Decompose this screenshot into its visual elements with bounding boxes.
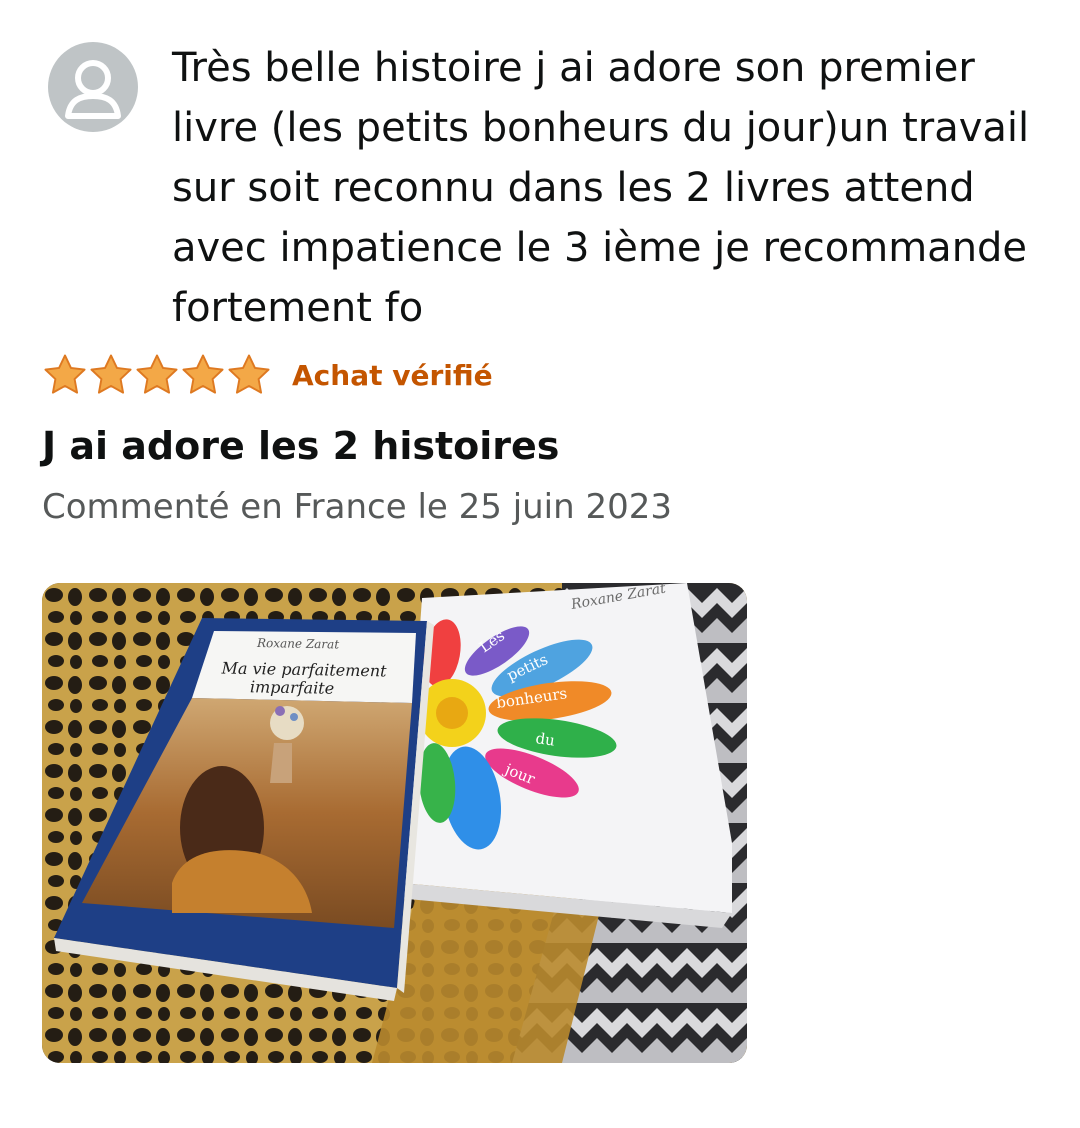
review-body-text: Très belle histoire j ai adore son premi… — [172, 45, 1030, 331]
star-icon — [228, 354, 270, 394]
petal-word: du — [534, 729, 556, 750]
book1-author: Roxane Zarat — [256, 636, 339, 651]
star-icon — [44, 354, 86, 394]
verified-purchase-badge: Achat vérifié — [292, 358, 493, 392]
customer-review: Très belle histoire j ai adore son premi… — [0, 0, 1080, 1128]
review-date: Commenté en France le 25 juin 2023 — [42, 487, 673, 527]
book1-title-line2: imparfaite — [250, 677, 335, 697]
rating-row: Achat vérifié — [42, 350, 493, 400]
user-avatar-icon[interactable] — [48, 42, 138, 132]
book1-title-line1: Ma vie parfaitement — [220, 659, 387, 681]
star-icon — [90, 354, 132, 394]
review-photo[interactable]: Roxane Zarat Les petits bonheurs du jour — [42, 583, 747, 1063]
star-icon — [136, 354, 178, 394]
star-rating[interactable] — [42, 352, 272, 398]
review-title: J ai adore les 2 histoires — [42, 424, 560, 468]
book-petits-bonheurs: Roxane Zarat Les petits bonheurs du jour — [397, 583, 732, 928]
star-icon — [182, 354, 224, 394]
